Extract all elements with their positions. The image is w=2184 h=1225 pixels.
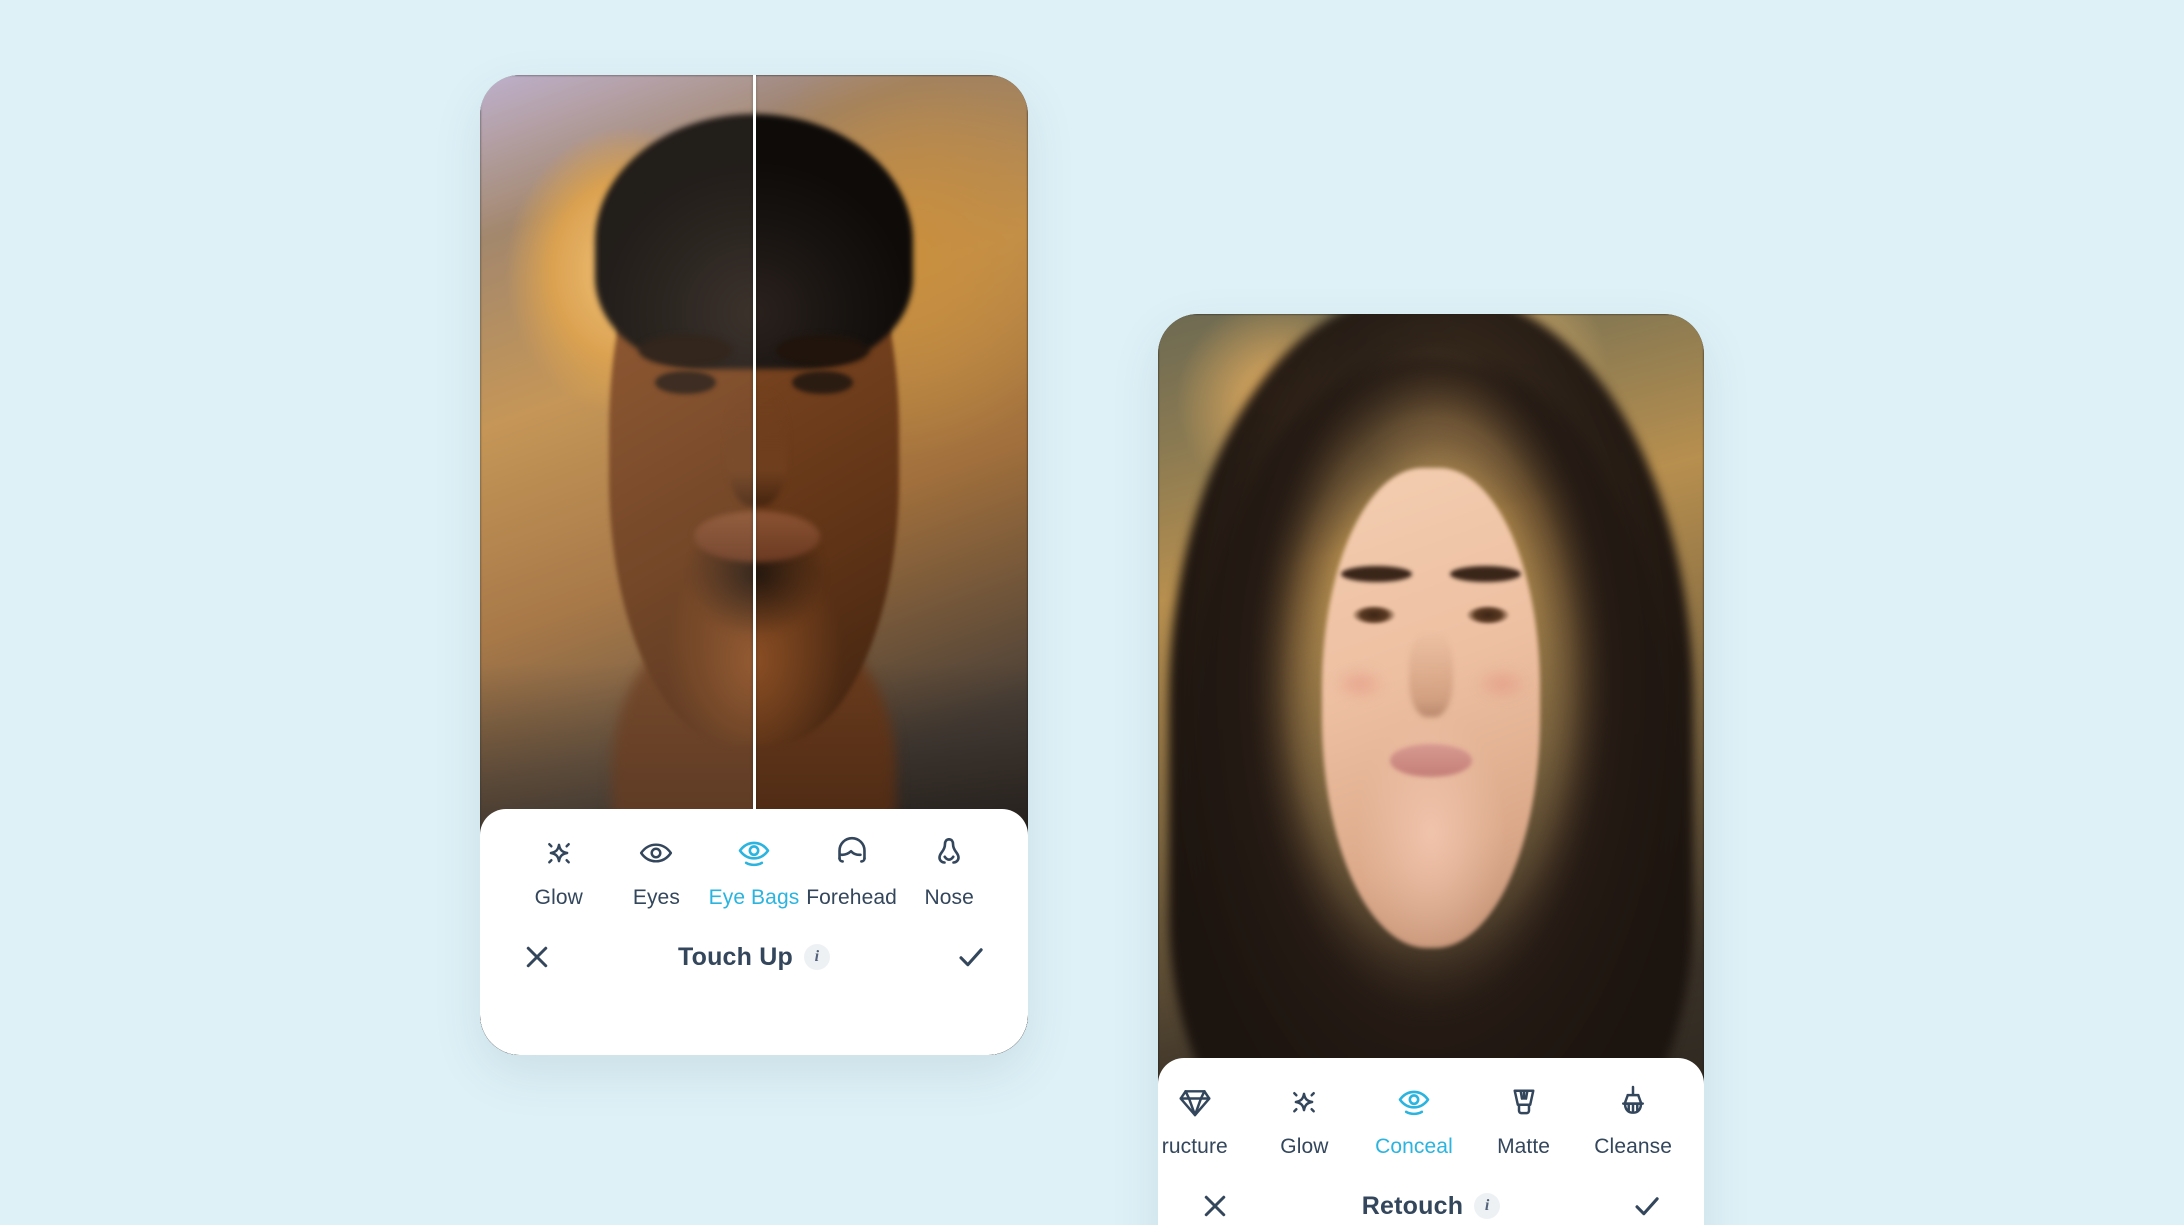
sheet-title-group: Touch Up i [678, 943, 830, 972]
forehead-icon [833, 833, 871, 873]
nose-icon [930, 833, 968, 873]
sparkle-star-icon [541, 833, 577, 873]
tool-row-touch-up: Glow Eyes Eye Bags Forehead Nose [480, 809, 1028, 914]
tool-glow[interactable]: Glow [1250, 1082, 1360, 1159]
confirm-button[interactable] [1624, 1183, 1670, 1225]
sparkle-star-icon [1286, 1082, 1322, 1122]
tool-label: Matte [1497, 1135, 1551, 1158]
info-icon[interactable]: i [804, 944, 830, 970]
photo-eye-left [1351, 604, 1396, 626]
sheet-title-group: Retouch i [1361, 1191, 1501, 1221]
eye-icon [637, 833, 675, 873]
tool-label: Eye Bags [708, 886, 800, 909]
sheet-footer-touch-up: Touch Up i [480, 914, 1028, 1000]
diamond-icon [1176, 1082, 1214, 1122]
tool-nose[interactable]: Nose [900, 833, 998, 910]
cancel-button[interactable] [1192, 1183, 1238, 1225]
tool-row-retouch: ructure Glow Conceal Matte Cleanse [1158, 1058, 1704, 1163]
tool-label: Glow [534, 886, 583, 909]
info-icon[interactable]: i [1474, 1193, 1501, 1219]
tool-structure[interactable]: ructure [1158, 1082, 1250, 1159]
tool-matte[interactable]: Matte [1469, 1082, 1579, 1159]
cancel-button[interactable] [514, 934, 560, 980]
tool-label: Cleanse [1594, 1135, 1673, 1158]
photo-brow-right [775, 334, 870, 367]
photo-nose [1409, 630, 1453, 718]
photo-brow-left [1340, 565, 1412, 582]
cleanse-brush-icon [1614, 1082, 1652, 1122]
tool-label: Nose [924, 886, 974, 909]
tool-label: Eyes [632, 886, 680, 909]
tool-label: Forehead [806, 886, 897, 909]
page-title: Touch Up [677, 942, 793, 971]
page-title: Retouch [1361, 1191, 1464, 1220]
eye-bags-icon [1395, 1082, 1433, 1122]
touch-up-sheet: Glow Eyes Eye Bags Forehead Nose Touch U… [480, 809, 1028, 1055]
phone-retouch: ructure Glow Conceal Matte Cleanse Retou… [1158, 314, 1704, 1225]
photo-eye-right [1466, 604, 1511, 626]
photo-cheek-right [1463, 659, 1541, 708]
tool-cleanse[interactable]: Cleanse [1578, 1082, 1688, 1159]
confirm-button[interactable] [948, 934, 994, 980]
tool-forehead[interactable]: Forehead [803, 833, 901, 910]
tool-label: Glow [1280, 1135, 1329, 1158]
tool-glow[interactable]: Glow [510, 833, 608, 910]
tool-label: Conceal [1375, 1135, 1453, 1158]
tool-eye-bags[interactable]: Eye Bags [705, 833, 803, 910]
makeup-brush-icon [1505, 1082, 1543, 1122]
tool-conceal[interactable]: Conceal [1359, 1082, 1469, 1159]
app-canvas: Glow Eyes Eye Bags Forehead Nose Touch U… [0, 0, 2184, 1225]
retouch-sheet: ructure Glow Conceal Matte Cleanse Retou… [1158, 1058, 1704, 1225]
photo-lips [1390, 744, 1472, 777]
phone-touch-up: Glow Eyes Eye Bags Forehead Nose Touch U… [480, 75, 1028, 1055]
eye-bags-icon [735, 833, 773, 873]
tool-label: ructure [1161, 1135, 1228, 1158]
sheet-footer-retouch: Retouch i [1158, 1163, 1704, 1225]
photo-cheek-left [1321, 659, 1399, 708]
photo-brow-right [1450, 565, 1522, 582]
tool-eyes[interactable]: Eyes [608, 833, 706, 910]
